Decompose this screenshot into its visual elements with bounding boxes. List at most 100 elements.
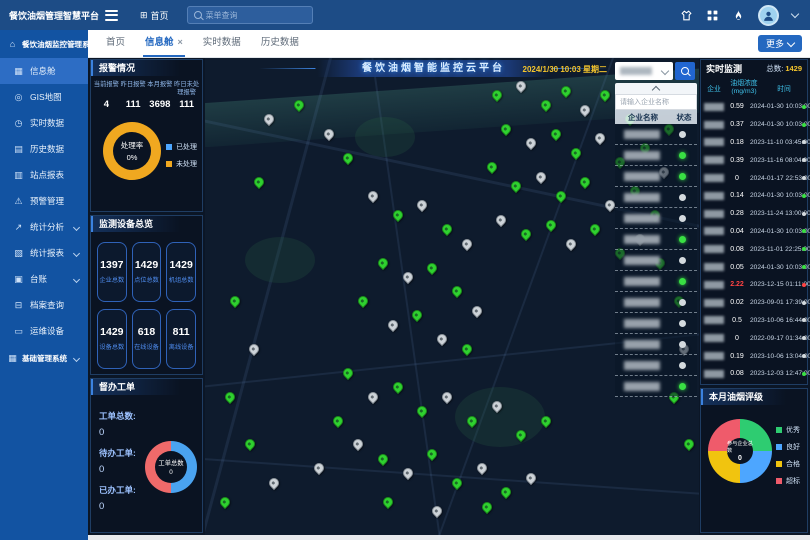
- realtime-row[interactable]: 0.082023-11-01 22:25:00: [701, 240, 807, 258]
- map-marker[interactable]: [218, 495, 232, 509]
- theme-skin-icon[interactable]: [680, 9, 693, 22]
- map-marker[interactable]: [480, 499, 494, 513]
- enterprise-row[interactable]: [615, 208, 697, 229]
- map-marker[interactable]: [223, 390, 237, 404]
- sidebar-item-6[interactable]: ⚠预警管理: [0, 188, 88, 214]
- user-avatar[interactable]: [758, 5, 779, 26]
- enterprise-row[interactable]: [615, 292, 697, 313]
- map-marker[interactable]: [450, 284, 464, 298]
- map-marker[interactable]: [430, 504, 444, 518]
- enterprise-row[interactable]: [615, 313, 697, 334]
- menu-toggle-icon[interactable]: [105, 10, 118, 21]
- map-marker[interactable]: [588, 222, 602, 236]
- sidebar-item-3[interactable]: ◷实时数据: [0, 110, 88, 136]
- map-marker[interactable]: [252, 174, 266, 188]
- map-marker[interactable]: [440, 222, 454, 236]
- map-marker[interactable]: [415, 404, 429, 418]
- realtime-row[interactable]: 0.022023-09-01 17:39:00: [701, 294, 807, 312]
- map-marker[interactable]: [578, 174, 592, 188]
- map-marker[interactable]: [470, 303, 484, 317]
- enterprise-row[interactable]: [615, 355, 697, 376]
- sidebar-group-monitor-system[interactable]: ⌂餐饮油烟监控管理系统: [0, 30, 88, 58]
- map-marker[interactable]: [549, 127, 563, 141]
- user-menu-chevron-icon[interactable]: [791, 10, 799, 18]
- map-marker[interactable]: [534, 170, 548, 184]
- map-marker[interactable]: [312, 461, 326, 475]
- realtime-row[interactable]: 2.222023-12-15 01:11:00: [701, 276, 807, 294]
- map-marker[interactable]: [475, 461, 489, 475]
- gis-map[interactable]: 餐饮油烟智能监控云平台 2024/1/30 10:03 星期二 请输入企业名称 …: [205, 57, 699, 535]
- dropdown-collapse-button[interactable]: [615, 83, 697, 94]
- realtime-row[interactable]: 0.372024-01-30 10:03:00: [701, 116, 807, 134]
- sidebar-item-8[interactable]: ▧统计报表: [0, 240, 88, 266]
- tab-1[interactable]: 首页: [104, 30, 127, 57]
- realtime-row[interactable]: 0.282023-11-24 13:00:00: [701, 205, 807, 223]
- map-marker[interactable]: [524, 136, 538, 150]
- sidebar-group-base-system[interactable]: ▦基础管理系统: [0, 344, 88, 372]
- sidebar-item-4[interactable]: ▤历史数据: [0, 136, 88, 162]
- map-marker[interactable]: [415, 198, 429, 212]
- map-marker[interactable]: [401, 466, 415, 480]
- map-marker[interactable]: [494, 213, 508, 227]
- realtime-row[interactable]: 0.192023-10-06 13:04:00: [701, 347, 807, 365]
- map-marker[interactable]: [460, 237, 474, 251]
- sidebar-item-11[interactable]: ▭运维设备: [0, 318, 88, 344]
- map-marker[interactable]: [682, 437, 696, 451]
- map-marker[interactable]: [228, 294, 242, 308]
- realtime-row[interactable]: 02024-01-17 22:53:00: [701, 169, 807, 187]
- map-marker[interactable]: [331, 413, 345, 427]
- sidebar-item-2[interactable]: ◎GIS地图: [0, 84, 88, 110]
- topbar-home-chip[interactable]: ⊞ 首页: [140, 9, 169, 22]
- flame-icon[interactable]: [732, 9, 745, 22]
- tab-4[interactable]: 历史数据: [259, 30, 301, 57]
- map-marker[interactable]: [356, 294, 370, 308]
- more-button[interactable]: 更多: [758, 35, 802, 52]
- realtime-row[interactable]: 0.392023-11-16 08:04:00: [701, 151, 807, 169]
- map-search-button[interactable]: [675, 62, 695, 80]
- realtime-row[interactable]: 0.182023-11-10 03:45:00: [701, 134, 807, 152]
- enterprise-row[interactable]: [615, 124, 697, 145]
- realtime-row[interactable]: 0.082023-12-03 12:47:00: [701, 365, 807, 383]
- map-marker[interactable]: [386, 318, 400, 332]
- map-marker[interactable]: [519, 227, 533, 241]
- map-marker[interactable]: [376, 452, 390, 466]
- map-marker[interactable]: [366, 390, 380, 404]
- tab-3[interactable]: 实时数据: [201, 30, 243, 57]
- map-marker[interactable]: [593, 131, 607, 145]
- enterprise-row[interactable]: [615, 187, 697, 208]
- map-marker[interactable]: [485, 160, 499, 174]
- sidebar-item-5[interactable]: ▥站点报表: [0, 162, 88, 188]
- map-marker[interactable]: [425, 260, 439, 274]
- enterprise-row[interactable]: [615, 250, 697, 271]
- map-marker[interactable]: [376, 256, 390, 270]
- sidebar-item-1[interactable]: ▦信息舱: [0, 58, 88, 84]
- enterprise-row[interactable]: [615, 229, 697, 250]
- enterprise-name-input[interactable]: 请输入企业名称: [615, 94, 697, 110]
- apps-grid-icon[interactable]: [706, 9, 719, 22]
- enterprise-row[interactable]: [615, 334, 697, 355]
- enterprise-row[interactable]: [615, 145, 697, 166]
- sidebar-item-10[interactable]: ⊟档案查询: [0, 292, 88, 318]
- map-marker[interactable]: [564, 237, 578, 251]
- realtime-row[interactable]: 02022-09-17 01:34:00: [701, 329, 807, 347]
- map-marker[interactable]: [440, 390, 454, 404]
- map-marker[interactable]: [242, 437, 256, 451]
- map-marker[interactable]: [499, 485, 513, 499]
- map-marker[interactable]: [544, 217, 558, 231]
- map-marker[interactable]: [509, 179, 523, 193]
- map-marker[interactable]: [351, 437, 365, 451]
- map-marker[interactable]: [341, 366, 355, 380]
- map-marker[interactable]: [460, 342, 474, 356]
- sidebar-item-9[interactable]: ▣台账: [0, 266, 88, 292]
- tab-close-icon[interactable]: ×: [178, 30, 183, 55]
- enterprise-row[interactable]: [615, 376, 697, 397]
- tab-2[interactable]: 信息舱×: [143, 30, 185, 57]
- map-marker[interactable]: [391, 380, 405, 394]
- realtime-row[interactable]: 0.52023-10-06 16:44:00: [701, 312, 807, 330]
- region-select[interactable]: [615, 62, 673, 80]
- realtime-row[interactable]: 0.142024-01-30 10:03:00: [701, 187, 807, 205]
- realtime-row[interactable]: 0.042024-01-30 10:03:00: [701, 223, 807, 241]
- enterprise-row[interactable]: [615, 271, 697, 292]
- map-marker[interactable]: [381, 495, 395, 509]
- sidebar-item-7[interactable]: ↗统计分析: [0, 214, 88, 240]
